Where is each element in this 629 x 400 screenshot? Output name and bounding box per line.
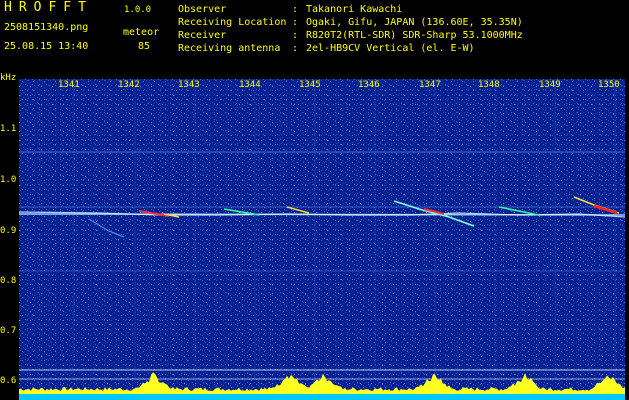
detection-mode: meteor (123, 27, 160, 38)
x-tick-label: 1341 (58, 80, 80, 90)
info-value: 2el-HB9CV Vertical (el. E-W) (306, 43, 475, 54)
meteor-count: 85 (138, 41, 151, 52)
station-info: Observer : Takanori Kawachi Receiving Lo… (178, 3, 523, 55)
info-value: Takanori Kawachi (306, 4, 403, 15)
hrofft-window: HROFFT 1.0.0 2508151340.png meteor 25.08… (0, 0, 629, 400)
x-tick-label: 1343 (178, 80, 200, 90)
info-label: Receiver (178, 30, 227, 41)
app-version: 1.0.0 (124, 5, 152, 15)
info-label: Observer (178, 4, 227, 15)
x-tick-label: 1348 (478, 80, 500, 90)
info-separator: : (292, 4, 299, 15)
info-row-receiver: Receiver : R820T2(RTL-SDR) SDR-Sharp 53.… (178, 29, 523, 42)
y-axis-unit: kHz (0, 73, 17, 83)
x-tick-label: 1344 (239, 80, 261, 90)
info-label: Receiving antenna (178, 43, 281, 54)
y-tick-label: 1.0 (0, 175, 17, 185)
info-separator: : (292, 43, 299, 54)
y-tick-label: 0.8 (0, 276, 17, 286)
file-name: 2508151340.png (4, 22, 89, 33)
capture-datetime: 25.08.15 13:40 (4, 41, 89, 52)
info-row-observer: Observer : Takanori Kawachi (178, 3, 523, 16)
info-row-location: Receiving Location : Ogaki, Gifu, JAPAN … (178, 16, 523, 29)
info-separator: : (292, 30, 299, 41)
info-label: Receiving Location (178, 17, 287, 28)
x-tick-label: 1349 (539, 80, 561, 90)
x-tick-label: 1347 (419, 80, 441, 90)
spectrogram-svg (19, 79, 625, 400)
y-tick-label: 0.7 (0, 326, 17, 336)
x-tick-label: 1350 (598, 80, 620, 90)
x-tick-label: 1345 (299, 80, 321, 90)
x-tick-label: 1342 (118, 80, 140, 90)
signal-level-bar (19, 394, 625, 400)
info-separator: : (292, 17, 299, 28)
app-title: HROFFT (4, 0, 93, 15)
info-value: Ogaki, Gifu, JAPAN (136.60E, 35.35N) (306, 17, 523, 28)
x-tick-label: 1346 (358, 80, 380, 90)
noise-layer (19, 79, 625, 400)
info-row-antenna: Receiving antenna : 2el-HB9CV Vertical (… (178, 42, 523, 55)
info-value: R820T2(RTL-SDR) SDR-Sharp 53.1000MHz (306, 30, 523, 41)
y-tick-label: 0.6 (0, 376, 17, 386)
y-tick-label: 0.9 (0, 226, 17, 236)
y-tick-label: 1.1 (0, 124, 17, 134)
spectrogram-plot (19, 79, 625, 400)
